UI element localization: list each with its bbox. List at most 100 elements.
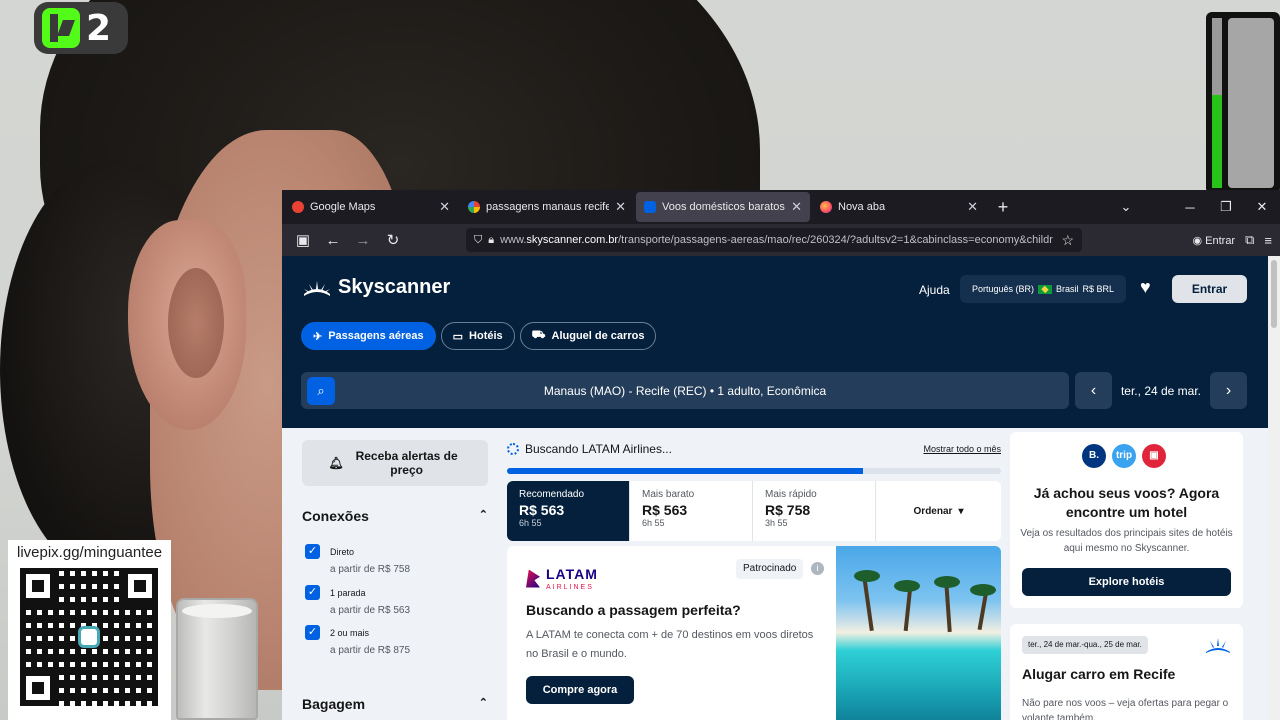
bell-icon: 🔔︎: [328, 456, 344, 470]
checkbox-checked-icon[interactable]: ✓: [305, 625, 320, 640]
tab-google-search[interactable]: passagens manaus recife - Pesq ✕: [460, 192, 634, 222]
skyscanner-logo[interactable]: Skyscanner: [302, 276, 450, 299]
connections-filter-header[interactable]: Conexões ⌃: [302, 508, 488, 524]
car-icon: ⛟: [531, 329, 546, 341]
filter-two-plus[interactable]: ✓ 2 ou mais a partir de R$ 875: [305, 625, 410, 659]
tab-skyscanner[interactable]: Voos domésticos baratos de/pa ✕: [636, 192, 810, 222]
palm-trunk: [944, 581, 952, 633]
sidebar-icon[interactable]: ▣: [290, 231, 316, 249]
page-scrollbar[interactable]: [1268, 256, 1280, 720]
latam-logo: LATAM AIRLINES: [526, 566, 598, 591]
car-hire-dates: ter., 24 de mar.-qua., 25 de mar.: [1022, 636, 1148, 654]
lock-icon[interactable]: 🔒︎: [488, 234, 494, 247]
ad-description: A LATAM te conecta com + de 70 destinos …: [526, 629, 814, 660]
selected-date[interactable]: ter., 24 de mar.: [1114, 372, 1208, 409]
sort-cheapest[interactable]: Mais barato R$ 563 6h 55: [630, 481, 753, 541]
tab-label: Passagens aéreas: [328, 330, 424, 342]
sort-recommended[interactable]: Recomendado R$ 563 6h 55: [507, 481, 630, 541]
url-domain: skyscanner.com.br: [526, 234, 619, 246]
filter-label: Direto: [330, 547, 355, 557]
browser-window: Google Maps ✕ passagens manaus recife - …: [282, 190, 1280, 720]
vertical-tabs: ✈ Passagens aéreas ▭ Hotéis ⛟ Aluguel de…: [301, 322, 657, 350]
filter-price: a partir de R$ 758: [330, 564, 411, 575]
search-summary: Manaus (MAO) - Recife (REC) • 1 adulto, …: [335, 384, 1069, 398]
close-tab-icon[interactable]: ✕: [791, 199, 802, 215]
latam-mark-icon: [526, 569, 540, 588]
close-tab-icon[interactable]: ✕: [439, 199, 450, 215]
scrollbar-thumb[interactable]: [1271, 260, 1277, 328]
info-icon[interactable]: i: [811, 562, 824, 575]
close-window-icon[interactable]: ✕: [1244, 199, 1280, 215]
skyscanner-page: Skyscanner Ajuda Português (BR) Brasil R…: [282, 256, 1280, 720]
heart-icon[interactable]: ♥: [1140, 277, 1151, 298]
next-date-button[interactable]: ›: [1210, 372, 1247, 409]
travellers-text: 1 adulto, Econômica: [717, 383, 827, 398]
tab-flights[interactable]: ✈ Passagens aéreas: [301, 322, 436, 350]
previous-date-button[interactable]: ‹: [1075, 372, 1112, 409]
qr-corner-icon: [20, 568, 56, 604]
kick-badge-number: 2: [86, 7, 112, 49]
car-hire-card[interactable]: ter., 24 de mar.-qua., 25 de mar. Alugar…: [1010, 624, 1243, 720]
reload-icon[interactable]: ↻: [380, 231, 406, 249]
sort-fastest[interactable]: Mais rápido R$ 758 3h 55: [753, 481, 876, 541]
show-month-link[interactable]: Mostrar todo o mês: [923, 444, 1001, 454]
brazil-flag-icon: [1038, 284, 1053, 294]
back-icon[interactable]: ←: [320, 232, 346, 249]
chevron-right-icon: ›: [1225, 381, 1232, 399]
menu-icon[interactable]: ≡: [1264, 233, 1272, 248]
tab-title: Nova aba: [838, 201, 886, 213]
tab-label: Aluguel de carros: [551, 330, 645, 342]
bookmark-star-icon[interactable]: ☆: [1055, 232, 1074, 249]
filter-direct[interactable]: ✓ Direto a partir de R$ 758: [305, 544, 410, 578]
search-icon[interactable]: ⌕: [307, 376, 335, 405]
tab-hotels[interactable]: ▭ Hotéis: [440, 322, 515, 350]
buy-now-button[interactable]: Compre agora: [526, 676, 634, 704]
extensions-icon[interactable]: ⧉: [1245, 232, 1254, 248]
search-summary-bar[interactable]: ⌕ Manaus (MAO) - Recife (REC) • 1 adulto…: [301, 372, 1069, 409]
shield-icon[interactable]: ⛉: [474, 234, 482, 247]
filter-price: a partir de R$ 875: [330, 645, 411, 656]
google-maps-icon: [292, 201, 304, 213]
checkbox-checked-icon[interactable]: ✓: [305, 544, 320, 559]
tab-google-maps[interactable]: Google Maps ✕: [284, 192, 458, 222]
sort-price: R$ 563: [642, 502, 688, 518]
price-alert-label: Receba alertas de preço: [355, 449, 458, 477]
filter-one-stop[interactable]: ✓ 1 parada a partir de R$ 563: [305, 585, 410, 619]
streamer-ear-inner: [168, 268, 224, 378]
audio-meter-bar: [1212, 18, 1222, 188]
sort-dropdown[interactable]: Ordenar ▾: [876, 481, 1001, 541]
beach-image: [836, 546, 1001, 720]
sort-duration: 6h 55: [642, 518, 665, 528]
window-controls: ⌄ ─ ❐ ✕: [1108, 199, 1280, 215]
baggage-filter-header[interactable]: Bagagem ⌃: [302, 696, 488, 712]
kick-logo: 2: [34, 2, 128, 54]
account-button[interactable]: ◉ Entrar: [1192, 234, 1235, 247]
hotel-partner-logos: B. trip ▣: [1082, 444, 1166, 468]
currency-label: R$ BRL: [1082, 284, 1115, 294]
tab-new-tab[interactable]: Nova aba ✕: [812, 192, 986, 222]
sort-price: R$ 563: [519, 502, 565, 518]
qr-code: [20, 568, 158, 706]
list-tabs-icon[interactable]: ⌄: [1108, 199, 1144, 215]
tab-label: Hotéis: [469, 330, 503, 342]
new-tab-button[interactable]: +: [988, 197, 1018, 218]
login-button[interactable]: Entrar: [1172, 275, 1247, 303]
close-tab-icon[interactable]: ✕: [967, 199, 978, 215]
drinking-glass: [176, 598, 258, 720]
close-tab-icon[interactable]: ✕: [615, 199, 626, 215]
address-bar[interactable]: ⛉ 🔒︎ www. skyscanner.com.br/transporte/pa…: [466, 228, 1082, 252]
pix-logo-icon: [78, 626, 100, 648]
restore-icon[interactable]: ❐: [1208, 199, 1244, 215]
country-label: Brasil: [1056, 284, 1079, 294]
help-link[interactable]: Ajuda: [919, 283, 950, 297]
forward-icon[interactable]: →: [350, 232, 376, 249]
palm-frond: [894, 580, 920, 592]
tab-car-hire[interactable]: ⛟ Aluguel de carros: [519, 322, 657, 350]
locale-selector[interactable]: Português (BR) Brasil R$ BRL: [960, 275, 1127, 303]
pix-donation-panel: livepix.gg/minguantee: [8, 540, 171, 720]
explore-hotels-button[interactable]: Explore hotéis: [1022, 568, 1231, 596]
minimize-icon[interactable]: ─: [1172, 200, 1208, 215]
price-alert-button[interactable]: 🔔︎ Receba alertas de preço: [302, 440, 488, 486]
checkbox-checked-icon[interactable]: ✓: [305, 585, 320, 600]
sponsored-ad-card[interactable]: LATAM AIRLINES Patrocinado i Buscando a …: [507, 546, 1001, 720]
